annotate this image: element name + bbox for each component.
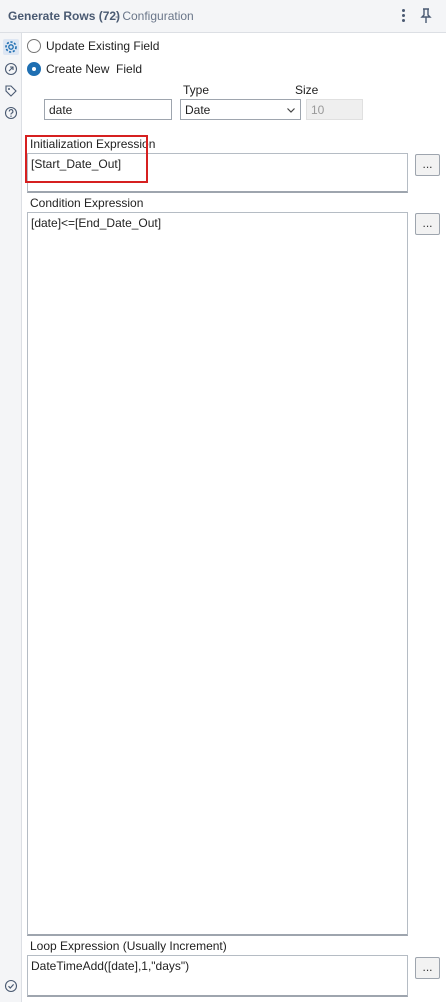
tag-icon[interactable] <box>3 83 19 99</box>
highlight-annotation <box>25 135 148 183</box>
help-icon[interactable] <box>3 105 19 121</box>
checkmark-circle-icon[interactable] <box>3 978 19 994</box>
condition-expression-label: Condition Expression <box>30 196 144 210</box>
chevron-down-icon <box>286 104 296 114</box>
vertical-dots-icon[interactable] <box>397 7 409 25</box>
create-new-radio[interactable] <box>27 62 41 76</box>
type-label: Type <box>183 83 210 97</box>
pin-icon[interactable] <box>419 8 433 24</box>
config-sidebar <box>0 33 22 1002</box>
panel-subtitle: - Configuration <box>115 9 194 23</box>
update-existing-label: Update Existing Field <box>46 39 160 53</box>
loop-expression-builder-button[interactable]: ... <box>415 957 440 979</box>
field-type-value: Date <box>185 103 211 117</box>
field-type-select[interactable]: Date <box>180 99 301 120</box>
condition-expression-builder-button[interactable]: ... <box>415 213 440 235</box>
navigate-arrow-icon[interactable] <box>3 61 19 77</box>
panel-header: Generate Rows (72) - Configuration <box>0 0 446 33</box>
create-new-label: Create New Field <box>46 62 143 76</box>
field-name-input[interactable]: date <box>44 99 172 120</box>
condition-expression-editor[interactable]: [date]<=[End_Date_Out] <box>27 212 408 936</box>
panel-title: Generate Rows (72) <box>8 9 121 23</box>
size-label: Size <box>295 83 319 97</box>
update-existing-field-option[interactable]: Update Existing Field <box>27 38 159 54</box>
gear-icon[interactable] <box>3 39 19 55</box>
field-size-input: 10 <box>306 99 363 120</box>
loop-expression-label: Loop Expression (Usually Increment) <box>30 939 227 953</box>
loop-expression-editor[interactable]: DateTimeAdd([date],1,"days") <box>27 955 408 997</box>
update-existing-radio[interactable] <box>27 39 41 53</box>
initialization-expression-builder-button[interactable]: ... <box>415 154 440 176</box>
create-new-field-option[interactable]: Create New Field <box>27 61 142 77</box>
